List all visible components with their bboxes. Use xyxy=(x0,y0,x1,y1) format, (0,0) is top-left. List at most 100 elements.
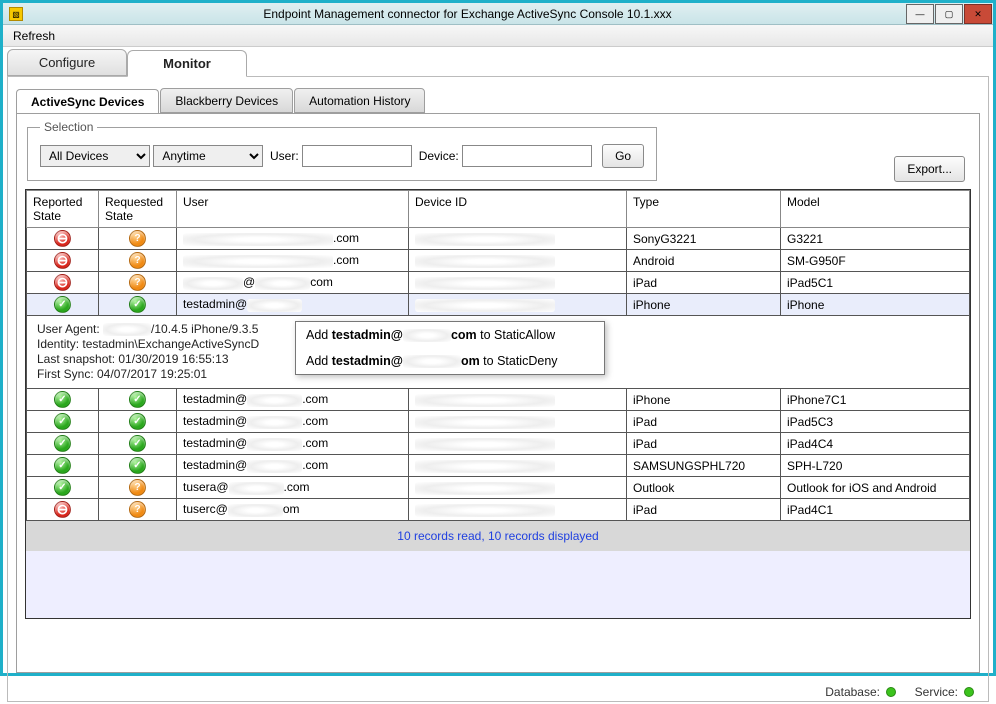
col-type[interactable]: Type xyxy=(627,191,781,228)
requested-state-icon xyxy=(129,296,146,313)
cell-user: @com xyxy=(177,272,409,294)
col-model[interactable]: Model xyxy=(781,191,970,228)
cell-user: testadmin@.com xyxy=(177,411,409,433)
cell-type: iPhone xyxy=(627,389,781,411)
requested-state-icon xyxy=(129,391,146,408)
status-svc-label: Service: xyxy=(915,685,958,699)
reported-state-icon xyxy=(54,391,71,408)
ctx-add-staticdeny[interactable]: Add testadmin@om to StaticDeny xyxy=(296,348,604,374)
cell-type: iPad xyxy=(627,272,781,294)
reported-state-icon xyxy=(54,252,71,269)
col-reported-state[interactable]: Reported State xyxy=(27,191,99,228)
requested-state-icon xyxy=(129,501,146,518)
cell-model: iPhone7C1 xyxy=(781,389,970,411)
col-user[interactable]: User xyxy=(177,191,409,228)
menu-refresh[interactable]: Refresh xyxy=(13,29,55,43)
cell-model: iPad4C4 xyxy=(781,433,970,455)
table-row[interactable]: testadmin@ iPhone iPhone xyxy=(27,294,970,316)
cell-type: Outlook xyxy=(627,477,781,499)
cell-device-id xyxy=(409,499,627,521)
primary-tab-strip: Configure Monitor xyxy=(7,49,989,77)
ctx-add-staticallow[interactable]: Add testadmin@com to StaticAllow xyxy=(296,322,604,348)
cell-type: iPad xyxy=(627,433,781,455)
requested-state-icon xyxy=(129,230,146,247)
window-title: Endpoint Management connector for Exchan… xyxy=(29,7,906,21)
table-row[interactable]: .com Android SM-G950F xyxy=(27,250,970,272)
table-row[interactable]: .com SonyG3221 G3221 xyxy=(27,228,970,250)
subtab-activesync-devices[interactable]: ActiveSync Devices xyxy=(16,89,159,114)
cell-user: testadmin@ xyxy=(177,294,409,316)
reported-state-icon xyxy=(54,457,71,474)
subtab-blackberry-devices[interactable]: Blackberry Devices xyxy=(160,88,293,113)
table-row[interactable]: testadmin@.com iPad iPad4C4 xyxy=(27,433,970,455)
close-button[interactable]: ✕ xyxy=(964,4,992,24)
cell-model: SPH-L720 xyxy=(781,455,970,477)
user-input[interactable] xyxy=(302,145,412,167)
app-icon: ▧ xyxy=(9,7,23,21)
requested-state-icon xyxy=(129,413,146,430)
cell-user: .com xyxy=(177,228,409,250)
maximize-button[interactable]: ▢ xyxy=(935,4,963,24)
cell-device-id xyxy=(409,250,627,272)
table-row[interactable]: tusera@.com Outlook Outlook for iOS and … xyxy=(27,477,970,499)
tab-configure[interactable]: Configure xyxy=(7,49,127,76)
reported-state-icon xyxy=(54,479,71,496)
selection-legend: Selection xyxy=(40,120,97,134)
subtab-automation-history[interactable]: Automation History xyxy=(294,88,425,113)
cell-device-id xyxy=(409,477,627,499)
cell-type: iPad xyxy=(627,499,781,521)
cell-device-id xyxy=(409,433,627,455)
table-row[interactable]: @com iPad iPad5C1 xyxy=(27,272,970,294)
context-menu: Add testadmin@com to StaticAllow Add tes… xyxy=(295,321,605,375)
cell-model: SM-G950F xyxy=(781,250,970,272)
sub-tab-strip: ActiveSync Devices Blackberry Devices Au… xyxy=(16,87,980,113)
grid-status-text: 10 records read, 10 records displayed xyxy=(26,521,970,551)
time-scope-select[interactable]: Anytime xyxy=(153,145,263,167)
cell-type: Android xyxy=(627,250,781,272)
reported-state-icon xyxy=(54,296,71,313)
requested-state-icon xyxy=(129,435,146,452)
go-button[interactable]: Go xyxy=(602,144,644,168)
cell-user: testadmin@.com xyxy=(177,389,409,411)
requested-state-icon xyxy=(129,457,146,474)
cell-device-id xyxy=(409,228,627,250)
cell-model: G3221 xyxy=(781,228,970,250)
table-row[interactable]: testadmin@.com SAMSUNGSPHL720 SPH-L720 xyxy=(27,455,970,477)
cell-device-id xyxy=(409,411,627,433)
reported-state-icon xyxy=(54,501,71,518)
reported-state-icon xyxy=(54,274,71,291)
cell-type: iPad xyxy=(627,411,781,433)
cell-model: Outlook for iOS and Android xyxy=(781,477,970,499)
db-status-indicator xyxy=(886,687,896,697)
export-button[interactable]: Export... xyxy=(894,156,965,182)
cell-device-id xyxy=(409,389,627,411)
device-grid-container: Reported State Requested State User Devi… xyxy=(25,189,971,619)
service-status-indicator xyxy=(964,687,974,697)
cell-model: iPad5C1 xyxy=(781,272,970,294)
tab-monitor[interactable]: Monitor xyxy=(127,50,247,77)
window-titlebar: ▧ Endpoint Management connector for Exch… xyxy=(3,3,993,25)
requested-state-icon xyxy=(129,479,146,496)
col-device-id[interactable]: Device ID xyxy=(409,191,627,228)
selection-group: Selection All Devices Anytime User: Devi… xyxy=(27,120,657,181)
cell-model: iPhone xyxy=(781,294,970,316)
table-row[interactable]: tuserc@om iPad iPad4C1 xyxy=(27,499,970,521)
cell-model: iPad5C3 xyxy=(781,411,970,433)
status-bar: Database: Service: xyxy=(825,685,974,699)
requested-state-icon xyxy=(129,252,146,269)
cell-user: tusera@.com xyxy=(177,477,409,499)
table-row[interactable]: testadmin@.com iPad iPad5C3 xyxy=(27,411,970,433)
cell-type: iPhone xyxy=(627,294,781,316)
cell-type: SonyG3221 xyxy=(627,228,781,250)
table-row[interactable]: testadmin@.com iPhone iPhone7C1 xyxy=(27,389,970,411)
cell-device-id xyxy=(409,455,627,477)
reported-state-icon xyxy=(54,413,71,430)
reported-state-icon xyxy=(54,230,71,247)
device-label: Device: xyxy=(419,149,459,163)
device-input[interactable] xyxy=(462,145,592,167)
cell-user: testadmin@.com xyxy=(177,433,409,455)
device-scope-select[interactable]: All Devices xyxy=(40,145,150,167)
cell-model: iPad4C1 xyxy=(781,499,970,521)
minimize-button[interactable]: — xyxy=(906,4,934,24)
col-requested-state[interactable]: Requested State xyxy=(99,191,177,228)
